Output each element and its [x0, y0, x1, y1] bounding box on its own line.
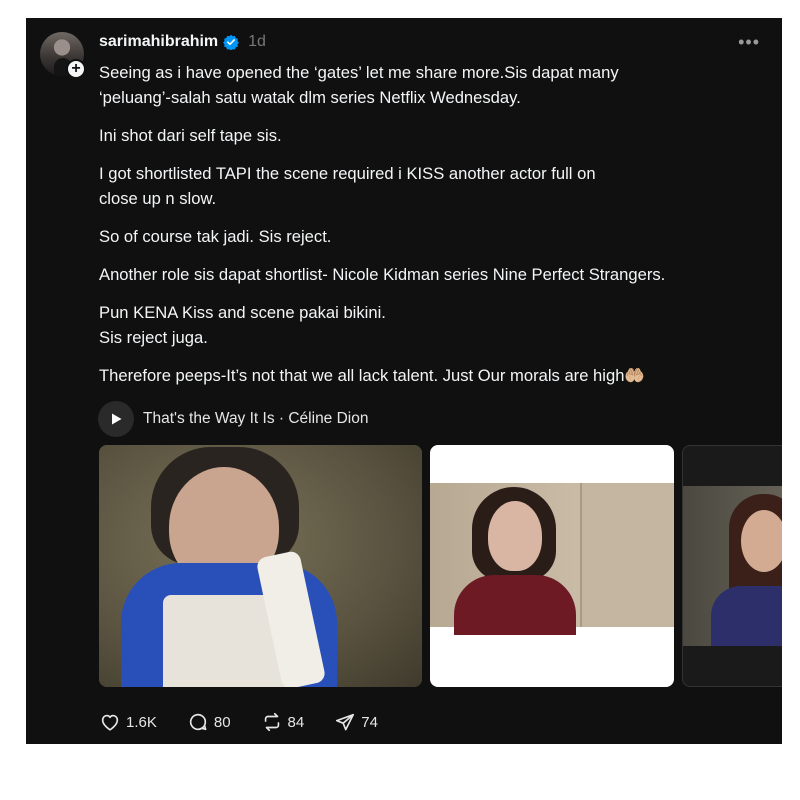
- media-carousel[interactable]: [99, 445, 782, 687]
- play-icon: [112, 413, 122, 425]
- post-line: ‘peluang’-salah satu watak dlm series Ne…: [99, 88, 521, 107]
- music-attachment[interactable]: That's the Way It Is · Céline Dion: [98, 401, 369, 437]
- post-line: I got shortlisted TAPI the scene require…: [99, 164, 596, 183]
- follow-plus-icon[interactable]: +: [66, 59, 86, 79]
- heart-icon: [101, 714, 119, 731]
- post-actions: 1.6K 80 84 74: [99, 711, 408, 733]
- post-line: Seeing as i have opened the ‘gates’ let …: [99, 63, 619, 82]
- video-figure-top: [454, 575, 576, 635]
- post-paragraph-6: Pun KENA Kiss and scene pakai bikini. Si…: [99, 300, 771, 350]
- video-figure-face: [488, 501, 542, 571]
- media-video-1[interactable]: [99, 445, 422, 687]
- post-paragraph-1: Seeing as i have opened the ‘gates’ let …: [99, 60, 771, 110]
- username[interactable]: sarimahibrahim: [99, 33, 218, 51]
- video-wall-panel: [580, 483, 674, 627]
- video-figure-top: [711, 586, 782, 646]
- share-count: 74: [361, 713, 378, 731]
- video-frame: [430, 483, 674, 635]
- comment-button[interactable]: 80: [187, 711, 231, 733]
- post-paragraph-5: Another role sis dapat shortlist- Nicole…: [99, 262, 771, 287]
- repost-icon: [264, 712, 279, 732]
- post-line: Pun KENA Kiss and scene pakai bikini.: [99, 303, 386, 322]
- video-frame: [683, 486, 782, 646]
- post-line: So of course tak jadi. Sis reject.: [99, 227, 332, 246]
- comment-bubble-icon: [189, 713, 207, 731]
- like-button[interactable]: 1.6K: [99, 711, 157, 733]
- share-button[interactable]: 74: [334, 711, 378, 733]
- send-icon: [336, 713, 355, 731]
- post-body: Seeing as i have opened the ‘gates’ let …: [99, 60, 771, 401]
- video-figure-face: [741, 510, 782, 572]
- music-title[interactable]: That's the Way It Is · Céline Dion: [143, 410, 369, 428]
- repost-count: 84: [287, 713, 305, 731]
- media-video-2[interactable]: [430, 445, 674, 687]
- post-line: Sis reject juga.: [99, 328, 208, 347]
- post-line: Another role sis dapat shortlist- Nicole…: [99, 265, 666, 284]
- post-header: sarimahibrahim 1d: [99, 31, 266, 53]
- more-dots-icon[interactable]: •••: [738, 32, 760, 53]
- play-button[interactable]: [98, 401, 134, 437]
- media-video-3[interactable]: [682, 445, 782, 687]
- post-line: Ini shot dari self tape sis.: [99, 126, 282, 145]
- like-count: 1.6K: [126, 713, 157, 731]
- repost-button[interactable]: 84: [261, 711, 305, 733]
- post-line: Therefore peeps-It’s not that we all lac…: [99, 366, 646, 385]
- post-paragraph-3: I got shortlisted TAPI the scene require…: [99, 161, 771, 211]
- comment-count: 80: [213, 713, 231, 731]
- post-paragraph-7: Therefore peeps-It’s not that we all lac…: [99, 363, 771, 388]
- post-paragraph-4: So of course tak jadi. Sis reject.: [99, 224, 771, 249]
- post-paragraph-2: Ini shot dari self tape sis.: [99, 123, 771, 148]
- post-timestamp[interactable]: 1d: [248, 33, 266, 51]
- post-line: close up n slow.: [99, 189, 217, 208]
- thread-post: + sarimahibrahim 1d ••• Seeing as i have…: [26, 18, 782, 744]
- verified-badge-icon: [223, 34, 240, 50]
